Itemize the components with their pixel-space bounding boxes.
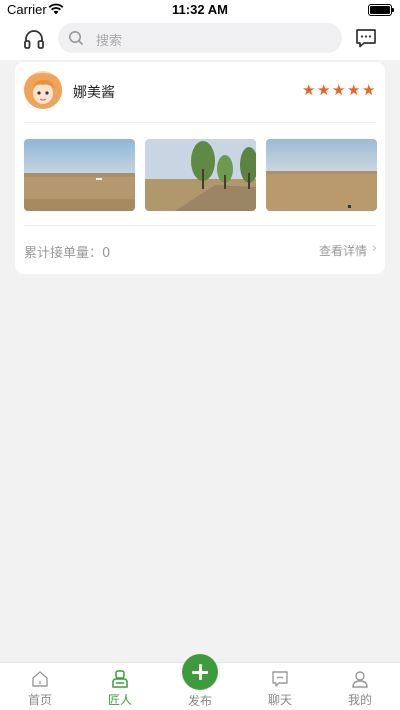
star-icon: ★	[302, 81, 316, 99]
search-input[interactable]: 搜索	[58, 23, 342, 53]
tab-chat-label: 聊天	[267, 693, 292, 707]
chat-icon	[272, 671, 288, 687]
order-count-value: 0	[102, 246, 111, 261]
search-icon	[69, 31, 84, 46]
tab-chat[interactable]: 聊天	[250, 669, 310, 708]
tab-mine[interactable]: 我的	[330, 669, 390, 708]
rating-stars: ★ ★ ★ ★ ★	[302, 83, 377, 98]
status-bar: Carrier 11:32 AM	[0, 0, 400, 20]
tab-craftsman-label: 匠人	[107, 693, 132, 707]
divider	[24, 225, 376, 226]
order-count: 累计接单量：0	[24, 242, 110, 261]
tab-mine-label: 我的	[347, 693, 372, 707]
craftsman-name: 娜美酱	[73, 85, 115, 101]
divider	[24, 122, 376, 123]
tab-publish-label: 发布	[187, 694, 212, 708]
profile-icon	[352, 671, 368, 688]
status-time: 11:32 AM	[172, 2, 228, 17]
work-photos	[24, 139, 377, 211]
chevron-right-icon: ›	[371, 241, 377, 256]
craftsman-icon	[112, 670, 128, 688]
message-icon[interactable]	[354, 26, 378, 50]
craftsman-card[interactable]: 娜美酱 ★ ★ ★ ★ ★ 累计接单量：0 查看详情 ›	[15, 62, 385, 274]
headset-icon[interactable]	[22, 28, 46, 52]
work-photo[interactable]	[24, 139, 135, 211]
star-icon: ★	[347, 81, 361, 99]
tab-craftsman[interactable]: 匠人	[90, 669, 150, 708]
publish-button[interactable]	[182, 654, 218, 690]
star-icon: ★	[362, 81, 376, 99]
tab-home[interactable]: 首页	[10, 669, 70, 708]
battery-icon	[368, 4, 394, 16]
search-placeholder: 搜索	[96, 34, 123, 49]
avatar[interactable]	[24, 71, 62, 109]
tab-home-label: 首页	[27, 693, 52, 707]
order-count-label: 累计接单量：	[24, 246, 103, 261]
work-photo[interactable]	[266, 139, 377, 211]
star-icon: ★	[332, 81, 346, 99]
star-icon: ★	[317, 81, 331, 99]
work-photo[interactable]	[145, 139, 256, 211]
home-icon	[32, 671, 48, 687]
view-details-link[interactable]: 查看详情	[319, 242, 367, 259]
top-bar: 搜索	[0, 20, 400, 60]
